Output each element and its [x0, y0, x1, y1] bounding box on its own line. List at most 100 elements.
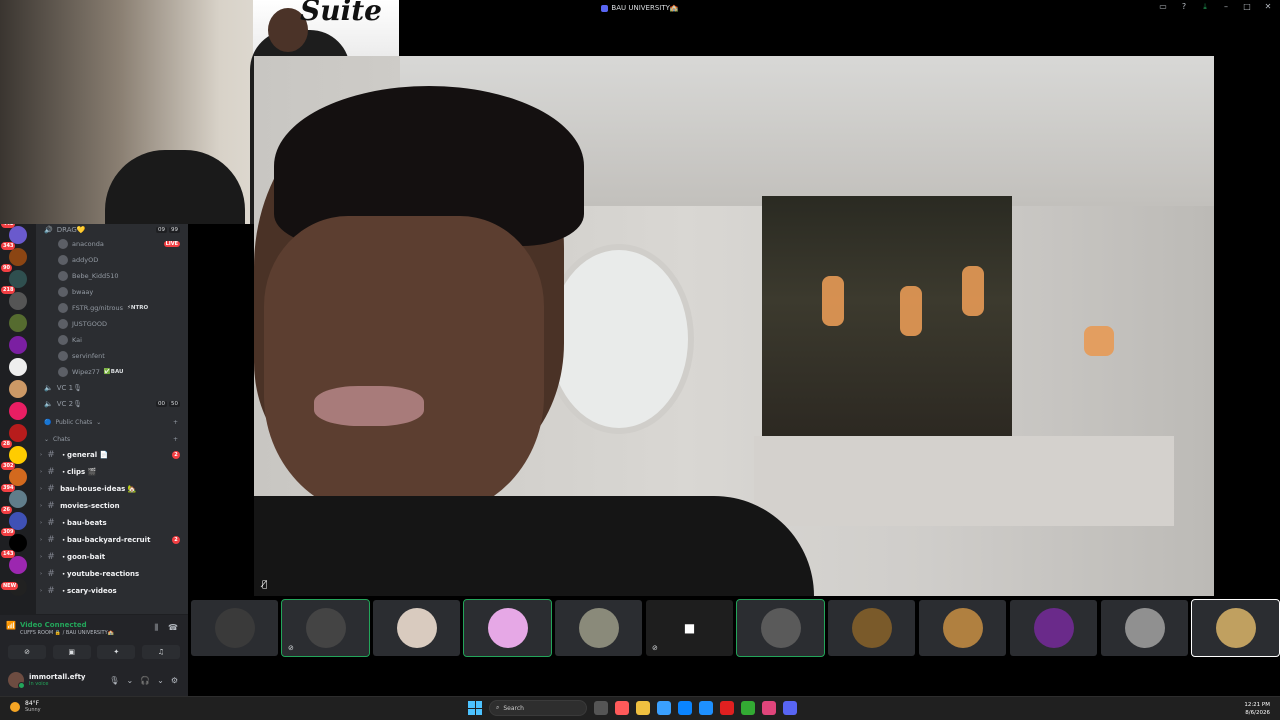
member-name: addyOD [72, 256, 99, 264]
taskbar-app-icon[interactable] [762, 701, 776, 715]
voice-status-location[interactable]: CUFFS ROOM 🔒 / BAU UNIVERSITY🏫 [20, 630, 114, 636]
taskbar-app-icon[interactable] [720, 701, 734, 715]
server-icon[interactable] [9, 424, 27, 442]
participant-tile[interactable] [736, 599, 825, 657]
taskbar-app-icon[interactable] [615, 701, 629, 715]
member-tag: ✅BAU [103, 369, 124, 375]
taskbar-search[interactable]: ⌕ Search [489, 700, 587, 716]
voice-channel-drag[interactable]: 🔊 DRAG💛 09 99 [36, 224, 188, 236]
voice-member[interactable]: JUSTGOOD [36, 316, 188, 332]
participant-tile[interactable] [373, 600, 460, 656]
server-icon[interactable]: 218 [1, 286, 27, 310]
maximize-button[interactable]: □ [1241, 2, 1253, 12]
text-channel[interactable]: › # movies-section [36, 497, 188, 514]
text-channel[interactable]: › # ・goon-bait [36, 548, 188, 565]
clock-time: 12:21 PM [1244, 702, 1270, 708]
member-name: JUSTGOOD [72, 320, 108, 328]
microphone-icon[interactable]: 🎙 [109, 676, 119, 685]
voice-status: 📶 Video Connected CUFFS ROOM 🔒 / BAU UNI… [6, 621, 114, 636]
main-stream-video[interactable]: 🎙̸ [254, 56, 1214, 596]
text-channel[interactable]: › # ・scary-videos [36, 582, 188, 599]
add-channel-icon[interactable]: + [173, 419, 178, 426]
server-icon[interactable] [9, 314, 27, 332]
add-channel-icon[interactable]: + [173, 436, 178, 443]
voice-member[interactable]: addyOD [36, 252, 188, 268]
participant-tile[interactable] [919, 600, 1006, 656]
participant-tile[interactable] [463, 599, 552, 657]
taskbar-app-icon[interactable] [594, 701, 608, 715]
camera-off-button[interactable]: ⊘ [8, 645, 46, 659]
system-clock[interactable]: 12:21 PM 8/6/2026 [1244, 701, 1270, 717]
member-name: Wipez77 [72, 368, 100, 376]
participant-tile[interactable]: ■ ⊘ [646, 600, 733, 656]
voice-member[interactable]: Kai [36, 332, 188, 348]
server-icon[interactable] [9, 380, 27, 398]
text-channel[interactable]: › # ・clips 🎬 [36, 463, 188, 480]
chevron-down-icon[interactable]: ⌄ [126, 676, 133, 685]
server-icon[interactable] [9, 336, 27, 354]
text-channel[interactable]: › # bau-house-ideas 🏡 [36, 480, 188, 497]
category-chats[interactable]: ⌄ Chats + [36, 432, 188, 446]
signal-icon[interactable]: 📶 [6, 621, 16, 630]
server-icon [601, 4, 609, 12]
noise-suppression-icon[interactable]: ⫼ [154, 623, 158, 633]
server-icon[interactable]: 343 [1, 242, 27, 266]
server-icon[interactable]: NEW [1, 578, 27, 596]
server-icon[interactable] [9, 358, 27, 376]
participant-tile[interactable] [828, 600, 915, 656]
taskbar-app-icon[interactable] [636, 701, 650, 715]
avatar[interactable] [8, 672, 25, 689]
participant-tile[interactable] [191, 600, 278, 656]
hash-icon: # [47, 551, 55, 562]
text-channel[interactable]: › # ・general 📄 2 [36, 446, 188, 463]
share-screen-button[interactable]: ▣ [52, 645, 91, 659]
headphones-icon[interactable]: 🎧 [140, 676, 150, 685]
mirror-shape [544, 244, 694, 434]
voice-member[interactable]: servinfent [36, 348, 188, 364]
participant-tile[interactable] [1010, 600, 1097, 656]
voice-member[interactable]: anaconda LIVE [36, 236, 188, 252]
avatar [58, 367, 68, 377]
chevron-down-icon[interactable]: ⌄ [157, 676, 164, 685]
inbox-icon[interactable]: ▭ [1157, 2, 1169, 12]
disconnect-icon[interactable]: ☎ [168, 623, 178, 633]
text-channel[interactable]: › # ・youtube-reactions [36, 565, 188, 582]
camera-icon: ■ [683, 621, 696, 635]
voice-channel-vc1[interactable]: 🔈 VC 1🎙 [36, 380, 188, 396]
server-badge: 218 [1, 286, 16, 294]
voice-member[interactable]: FSTR.gg/nitrous ⚡NTRO [36, 300, 188, 316]
category-public-chats[interactable]: 🔵 Public Chats ⌄ + [36, 412, 188, 432]
windows-start-icon[interactable] [468, 701, 482, 715]
user-info[interactable]: immortall.efty In voice [29, 673, 85, 687]
participant-tile[interactable] [1191, 599, 1280, 657]
taskbar-app-icon[interactable] [741, 701, 755, 715]
server-icon[interactable]: 143 [1, 550, 27, 574]
server-icon[interactable]: 394 [1, 484, 27, 508]
download-icon[interactable]: ⤓ [1199, 2, 1211, 12]
text-channel[interactable]: › # ・bau-backyard-recruit 2 [36, 531, 188, 548]
server-icon[interactable] [9, 402, 27, 420]
voice-status-title[interactable]: Video Connected [20, 621, 114, 629]
voice-panel-actions: ⫼ ☎ [154, 623, 178, 633]
activities-button[interactable]: ✦ [97, 645, 136, 659]
taskbar-app-icon[interactable] [783, 701, 797, 715]
taskbar-app-icon[interactable] [678, 701, 692, 715]
voice-member[interactable]: bwaay [36, 284, 188, 300]
close-button[interactable]: ✕ [1262, 2, 1274, 12]
participant-tile[interactable]: ⊘ [281, 599, 370, 657]
participant-tile[interactable] [555, 600, 642, 656]
text-channel-list: › # ・general 📄 2 › # ・clips 🎬 › # bau-house-ideas… [36, 446, 188, 599]
minimize-button[interactable]: – [1220, 2, 1232, 12]
help-icon[interactable]: ? [1178, 2, 1190, 12]
voice-channel-vc2[interactable]: 🔈 VC 2🎙 00 50 [36, 396, 188, 412]
voice-member[interactable]: Bebe_Kidd510 [36, 268, 188, 284]
weather-widget[interactable]: 84°F Sunny [10, 700, 41, 713]
gear-icon[interactable]: ⚙ [171, 676, 178, 685]
participant-tile[interactable] [1101, 600, 1188, 656]
taskbar-app-icon[interactable] [657, 701, 671, 715]
taskbar-apps: ⌕ Search [468, 700, 797, 716]
soundboard-button[interactable]: ♫ [141, 645, 180, 659]
taskbar-app-icon[interactable] [699, 701, 713, 715]
text-channel[interactable]: › # ・bau-beats [36, 514, 188, 531]
voice-member[interactable]: Wipez77 ✅BAU [36, 364, 188, 380]
